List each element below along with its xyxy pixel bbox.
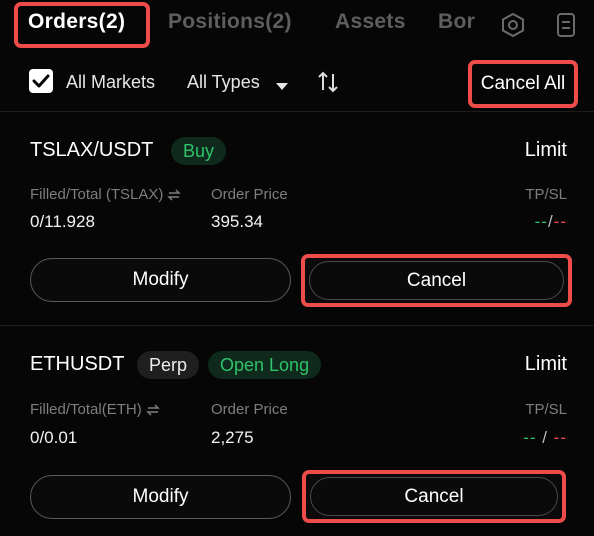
order-price-value: 395.34: [211, 212, 263, 231]
order-card: TSLAX/USDT Buy Limit Filled/Total (TSLAX…: [0, 112, 594, 326]
order-symbol: ETHUSDT: [30, 353, 125, 375]
cancel-button[interactable]: Cancel: [302, 470, 566, 523]
swap-icon[interactable]: [145, 403, 160, 417]
order-price-value: 2,275: [211, 428, 254, 447]
tpsl-label: TP/SL: [525, 186, 567, 203]
modify-button[interactable]: Modify: [30, 475, 291, 519]
order-type: Limit: [524, 353, 567, 375]
cancel-button[interactable]: Cancel: [301, 254, 572, 307]
order-price-label: Order Price: [211, 186, 288, 203]
cancel-button-label[interactable]: Cancel: [310, 477, 558, 516]
side-badge: Buy: [171, 137, 227, 165]
tab-borrow[interactable]: Bor: [438, 10, 475, 34]
tpsl-value: -- / --: [523, 428, 567, 447]
filled-total-value: 0/0.01: [30, 428, 78, 447]
filled-total-value: 0/11.928: [30, 212, 95, 231]
tpsl-label: TP/SL: [525, 401, 567, 418]
caret-down-icon[interactable]: [276, 78, 288, 96]
order-type: Limit: [524, 139, 567, 161]
order-card: ETHUSDT Perp Open Long Limit Filled/Tota…: [0, 327, 594, 536]
check-icon: [32, 74, 50, 88]
filled-total-label: Filled/Total(ETH): [30, 401, 160, 418]
order-price-label: Order Price: [211, 401, 288, 418]
tab-orders[interactable]: Orders(2): [28, 10, 125, 34]
filled-total-label: Filled/Total (TSLAX): [30, 186, 182, 203]
modify-button[interactable]: Modify: [30, 258, 291, 302]
tpsl-value: --/--: [534, 212, 567, 231]
tab-positions[interactable]: Positions(2): [168, 10, 292, 34]
swap-icon[interactable]: [167, 188, 182, 202]
all-types-dropdown[interactable]: All Types: [187, 72, 260, 93]
cancel-button-label[interactable]: Cancel: [309, 261, 564, 300]
document-icon[interactable]: [553, 12, 579, 38]
side-badge: Open Long: [208, 351, 322, 379]
order-symbol: TSLAX/USDT: [30, 139, 154, 161]
settings-hexagon-icon[interactable]: [500, 12, 526, 38]
tab-bar: Orders(2) Positions(2) Assets Bor: [0, 0, 594, 48]
all-markets-checkbox[interactable]: [29, 69, 53, 93]
all-markets-label[interactable]: All Markets: [66, 72, 155, 93]
sort-arrows-icon[interactable]: [317, 70, 339, 99]
market-type-badge: Perp: [137, 351, 200, 379]
filter-bar: All Markets All Types Cancel All: [0, 56, 594, 112]
tab-assets[interactable]: Assets: [335, 10, 406, 34]
cancel-all-button[interactable]: Cancel All: [468, 60, 578, 108]
